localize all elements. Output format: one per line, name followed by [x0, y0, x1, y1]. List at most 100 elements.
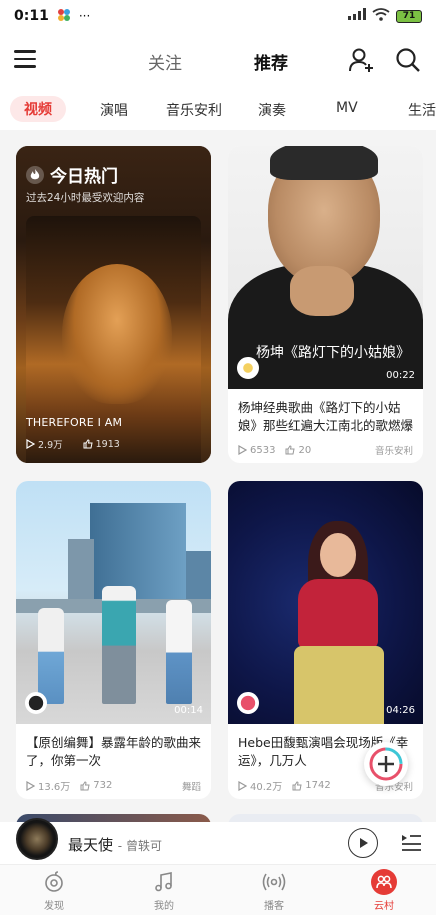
video-title: 【原创编舞】暴露年龄的歌曲来了，你第一次 — [26, 735, 201, 768]
category-video[interactable]: 视频 — [10, 96, 66, 122]
hot-card-likes-value: 1913 — [95, 438, 120, 450]
video-stats: 13.6万 732 舞蹈 — [26, 778, 201, 793]
like-count: 732 — [80, 780, 112, 791]
video-thumbnail: 04:26 — [228, 481, 423, 724]
cloud-village-icon — [371, 869, 397, 895]
video-duration: 00:14 — [174, 705, 203, 716]
petal-icon — [57, 8, 71, 25]
thumbnail-dancer — [166, 600, 192, 704]
thumbnail-dancer — [38, 608, 64, 704]
uploader-avatar[interactable] — [25, 692, 47, 714]
more-dots-icon: ··· — [78, 9, 91, 23]
play-count-value: 6533 — [250, 444, 276, 456]
nav-label: 我的 — [154, 901, 174, 912]
uploader-avatar[interactable] — [237, 692, 259, 714]
video-duration: 00:22 — [386, 370, 415, 381]
plus-icon — [369, 747, 403, 781]
thumbnail-singer-head — [320, 533, 356, 577]
nav-label: 云村 — [374, 901, 394, 912]
video-thumbnail: 00:14 — [16, 481, 211, 724]
thumbnail-singer-skirt — [294, 646, 384, 724]
nav-cloud-village[interactable]: 云村 — [354, 869, 414, 912]
hot-card-title-text: 今日热门 — [50, 167, 118, 187]
play-button[interactable] — [348, 828, 378, 858]
artist-separator: - — [117, 839, 126, 853]
category-bar: 视频 演唱 音乐安利 演奏 MV 生活 — [0, 90, 436, 130]
category-instrumental[interactable]: 演奏 — [258, 100, 286, 120]
video-tag[interactable]: 舞蹈 — [182, 779, 201, 793]
category-mv[interactable]: MV — [336, 100, 358, 116]
thumbnail-overlay-text: 杨坤《路灯下的小姑娘》 — [256, 345, 410, 361]
video-stats: 6533 20 音乐安利 — [238, 443, 413, 457]
thumbs-up-icon — [285, 445, 296, 455]
hot-card-face-image — [62, 264, 172, 404]
mini-player[interactable]: 最天使 - 曾轶可 — [0, 818, 436, 864]
hot-today-card[interactable]: 今日热门 过去24小时最受欢迎内容 THEREFORE I AM 2.9万 19… — [16, 146, 211, 463]
category-life[interactable]: 生活 — [408, 100, 436, 120]
thumbs-up-icon — [80, 780, 90, 790]
nav-podcast[interactable]: 播客 — [244, 869, 304, 912]
song-title: 最天使 — [68, 836, 114, 854]
nav-label: 播客 — [264, 901, 284, 912]
play-icon — [360, 838, 368, 848]
thumbnail-dancer — [102, 586, 136, 704]
thumbnail-singer-top — [298, 579, 378, 649]
like-count-value: 20 — [298, 444, 312, 456]
play-count-value: 13.6万 — [38, 782, 71, 793]
video-tag[interactable]: 音乐安利 — [375, 443, 413, 457]
discover-icon — [41, 869, 67, 895]
like-count-value: 1742 — [305, 780, 331, 791]
category-music-recommend[interactable]: 音乐安利 — [166, 100, 222, 120]
tab-following[interactable]: 关注 — [148, 49, 182, 74]
play-count: 13.6万 — [26, 778, 70, 793]
play-count: 40.2万 — [238, 778, 282, 793]
status-bar: 0:11 ··· 71 — [0, 0, 436, 32]
add-video-button[interactable] — [364, 742, 408, 786]
bottom-nav: 发现 我的 播客 云村 — [0, 864, 436, 915]
video-thumbnail: 杨坤《路灯下的小姑娘》 00:22 — [228, 146, 423, 389]
search-icon[interactable] — [394, 46, 422, 74]
play-count: 6533 — [238, 445, 275, 456]
hot-card-subtitle: 过去24小时最受欢迎内容 — [26, 192, 145, 204]
video-duration: 04:26 — [386, 705, 415, 716]
tab-recommend[interactable]: 推荐 — [254, 49, 288, 77]
album-cover[interactable] — [16, 818, 58, 860]
uploader-avatar[interactable] — [237, 357, 259, 379]
add-user-icon[interactable] — [348, 46, 376, 74]
play-count-value: 40.2万 — [250, 782, 283, 793]
play-count-icon — [26, 439, 35, 449]
thumbnail-figure-hair — [270, 146, 378, 180]
signal-icon — [348, 8, 366, 24]
play-count-icon — [26, 780, 35, 791]
category-singing[interactable]: 演唱 — [100, 100, 128, 120]
artist-name: 曾轶可 — [125, 839, 162, 853]
card-meta: 【原创编舞】暴露年龄的歌曲来了，你第一次 13.6万 732 舞蹈 — [16, 724, 211, 799]
video-title: 杨坤经典歌曲《路灯下的小姑娘》那些红遍大江南北的歌燃爆全场! — [238, 400, 413, 433]
play-count-icon — [238, 780, 247, 791]
music-note-icon — [151, 869, 177, 895]
thumbs-up-icon — [292, 780, 302, 790]
status-time: 0:11 — [14, 8, 49, 24]
hot-card-likes: 1913 — [83, 439, 130, 450]
like-count: 20 — [285, 445, 311, 456]
app-screen: 0:11 ··· 71 关注 推荐 视频 演唱 音乐安利 演奏 MV 生活 今日… — [0, 0, 436, 915]
flame-icon — [26, 165, 44, 184]
thumbnail-building — [68, 539, 94, 601]
hot-card-plays-value: 2.9万 — [38, 440, 63, 451]
card-meta: 杨坤经典歌曲《路灯下的小姑娘》那些红遍大江南北的歌燃爆全场! 6533 20 音… — [228, 389, 423, 463]
now-playing: 最天使 - 曾轶可 — [68, 834, 162, 855]
hot-card-title: 今日热门 — [26, 162, 118, 187]
wifi-icon — [372, 7, 390, 25]
hot-card-caption: THEREFORE I AM — [26, 416, 123, 429]
podcast-icon — [261, 869, 287, 895]
top-header: 关注 推荐 — [0, 32, 436, 90]
nav-mine[interactable]: 我的 — [134, 869, 194, 912]
play-count-icon — [238, 445, 247, 455]
video-card[interactable]: 00:14 【原创编舞】暴露年龄的歌曲来了，你第一次 13.6万 732 舞蹈 — [16, 481, 211, 799]
like-count: 1742 — [292, 780, 331, 791]
nav-discover[interactable]: 发现 — [24, 869, 84, 912]
battery-icon: 71 — [396, 9, 422, 23]
hot-card-stats: 2.9万 1913 — [26, 437, 140, 451]
playlist-icon[interactable] — [400, 831, 422, 853]
video-card[interactable]: 杨坤《路灯下的小姑娘》 00:22 杨坤经典歌曲《路灯下的小姑娘》那些红遍大江南… — [228, 146, 423, 463]
